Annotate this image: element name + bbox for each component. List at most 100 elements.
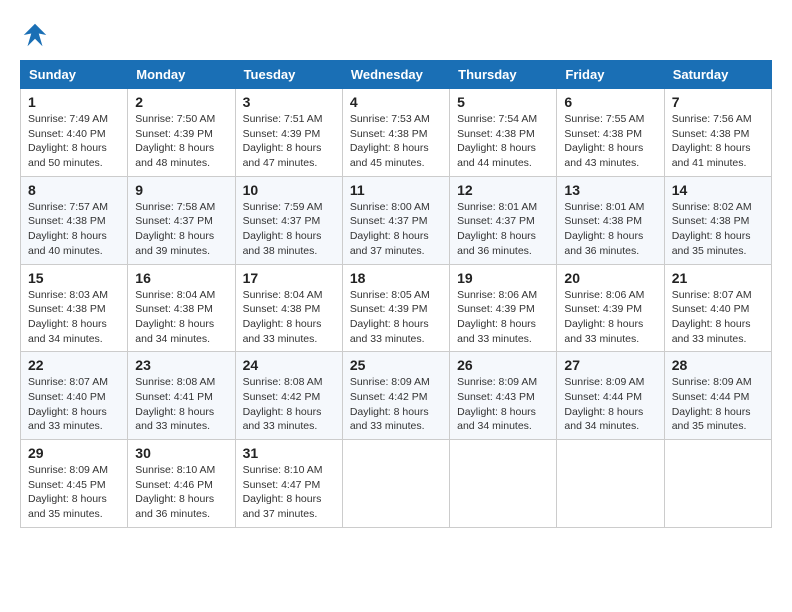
calendar-cell [450, 440, 557, 528]
day-number: 4 [350, 94, 442, 110]
day-info: Sunrise: 7:59 AM Sunset: 4:37 PM Dayligh… [243, 200, 335, 259]
day-number: 21 [672, 270, 764, 286]
calendar-cell: 6 Sunrise: 7:55 AM Sunset: 4:38 PM Dayli… [557, 89, 664, 177]
day-number: 15 [28, 270, 120, 286]
calendar-cell: 18 Sunrise: 8:05 AM Sunset: 4:39 PM Dayl… [342, 264, 449, 352]
weekday-header-sunday: Sunday [21, 61, 128, 89]
calendar-cell: 22 Sunrise: 8:07 AM Sunset: 4:40 PM Dayl… [21, 352, 128, 440]
calendar-cell [557, 440, 664, 528]
day-number: 5 [457, 94, 549, 110]
calendar-cell: 5 Sunrise: 7:54 AM Sunset: 4:38 PM Dayli… [450, 89, 557, 177]
day-info: Sunrise: 8:09 AM Sunset: 4:45 PM Dayligh… [28, 463, 120, 522]
calendar-cell: 2 Sunrise: 7:50 AM Sunset: 4:39 PM Dayli… [128, 89, 235, 177]
calendar-table: SundayMondayTuesdayWednesdayThursdayFrid… [20, 60, 772, 528]
day-info: Sunrise: 8:10 AM Sunset: 4:46 PM Dayligh… [135, 463, 227, 522]
day-info: Sunrise: 8:03 AM Sunset: 4:38 PM Dayligh… [28, 288, 120, 347]
weekday-header-tuesday: Tuesday [235, 61, 342, 89]
calendar-cell: 3 Sunrise: 7:51 AM Sunset: 4:39 PM Dayli… [235, 89, 342, 177]
day-info: Sunrise: 8:01 AM Sunset: 4:38 PM Dayligh… [564, 200, 656, 259]
calendar-cell: 13 Sunrise: 8:01 AM Sunset: 4:38 PM Dayl… [557, 176, 664, 264]
calendar-cell: 27 Sunrise: 8:09 AM Sunset: 4:44 PM Dayl… [557, 352, 664, 440]
day-info: Sunrise: 8:06 AM Sunset: 4:39 PM Dayligh… [457, 288, 549, 347]
weekday-header-wednesday: Wednesday [342, 61, 449, 89]
day-info: Sunrise: 7:54 AM Sunset: 4:38 PM Dayligh… [457, 112, 549, 171]
day-number: 25 [350, 357, 442, 373]
calendar-cell [664, 440, 771, 528]
day-number: 13 [564, 182, 656, 198]
day-number: 17 [243, 270, 335, 286]
calendar-cell: 28 Sunrise: 8:09 AM Sunset: 4:44 PM Dayl… [664, 352, 771, 440]
weekday-header-friday: Friday [557, 61, 664, 89]
day-info: Sunrise: 8:09 AM Sunset: 4:44 PM Dayligh… [672, 375, 764, 434]
day-number: 23 [135, 357, 227, 373]
day-number: 9 [135, 182, 227, 198]
calendar-week-1: 1 Sunrise: 7:49 AM Sunset: 4:40 PM Dayli… [21, 89, 772, 177]
day-info: Sunrise: 7:56 AM Sunset: 4:38 PM Dayligh… [672, 112, 764, 171]
day-number: 16 [135, 270, 227, 286]
calendar-cell: 19 Sunrise: 8:06 AM Sunset: 4:39 PM Dayl… [450, 264, 557, 352]
day-info: Sunrise: 8:09 AM Sunset: 4:44 PM Dayligh… [564, 375, 656, 434]
day-number: 31 [243, 445, 335, 461]
day-number: 6 [564, 94, 656, 110]
day-info: Sunrise: 7:51 AM Sunset: 4:39 PM Dayligh… [243, 112, 335, 171]
day-number: 26 [457, 357, 549, 373]
calendar-cell [342, 440, 449, 528]
calendar-cell: 17 Sunrise: 8:04 AM Sunset: 4:38 PM Dayl… [235, 264, 342, 352]
day-number: 27 [564, 357, 656, 373]
calendar-cell: 4 Sunrise: 7:53 AM Sunset: 4:38 PM Dayli… [342, 89, 449, 177]
day-info: Sunrise: 8:07 AM Sunset: 4:40 PM Dayligh… [672, 288, 764, 347]
calendar-cell: 9 Sunrise: 7:58 AM Sunset: 4:37 PM Dayli… [128, 176, 235, 264]
day-info: Sunrise: 8:01 AM Sunset: 4:37 PM Dayligh… [457, 200, 549, 259]
day-info: Sunrise: 8:04 AM Sunset: 4:38 PM Dayligh… [135, 288, 227, 347]
day-info: Sunrise: 7:58 AM Sunset: 4:37 PM Dayligh… [135, 200, 227, 259]
day-number: 22 [28, 357, 120, 373]
day-number: 11 [350, 182, 442, 198]
calendar-week-5: 29 Sunrise: 8:09 AM Sunset: 4:45 PM Dayl… [21, 440, 772, 528]
calendar-cell: 8 Sunrise: 7:57 AM Sunset: 4:38 PM Dayli… [21, 176, 128, 264]
day-info: Sunrise: 7:55 AM Sunset: 4:38 PM Dayligh… [564, 112, 656, 171]
day-number: 7 [672, 94, 764, 110]
weekday-header-thursday: Thursday [450, 61, 557, 89]
calendar-cell: 31 Sunrise: 8:10 AM Sunset: 4:47 PM Dayl… [235, 440, 342, 528]
calendar-cell: 1 Sunrise: 7:49 AM Sunset: 4:40 PM Dayli… [21, 89, 128, 177]
day-info: Sunrise: 8:02 AM Sunset: 4:38 PM Dayligh… [672, 200, 764, 259]
day-info: Sunrise: 7:57 AM Sunset: 4:38 PM Dayligh… [28, 200, 120, 259]
day-number: 1 [28, 94, 120, 110]
calendar-cell: 11 Sunrise: 8:00 AM Sunset: 4:37 PM Dayl… [342, 176, 449, 264]
day-info: Sunrise: 7:49 AM Sunset: 4:40 PM Dayligh… [28, 112, 120, 171]
calendar-cell: 12 Sunrise: 8:01 AM Sunset: 4:37 PM Dayl… [450, 176, 557, 264]
calendar-cell: 24 Sunrise: 8:08 AM Sunset: 4:42 PM Dayl… [235, 352, 342, 440]
day-info: Sunrise: 8:04 AM Sunset: 4:38 PM Dayligh… [243, 288, 335, 347]
day-number: 10 [243, 182, 335, 198]
calendar-cell: 30 Sunrise: 8:10 AM Sunset: 4:46 PM Dayl… [128, 440, 235, 528]
day-number: 14 [672, 182, 764, 198]
day-info: Sunrise: 7:53 AM Sunset: 4:38 PM Dayligh… [350, 112, 442, 171]
day-info: Sunrise: 8:08 AM Sunset: 4:42 PM Dayligh… [243, 375, 335, 434]
page-header [20, 20, 772, 50]
day-number: 20 [564, 270, 656, 286]
calendar-cell: 16 Sunrise: 8:04 AM Sunset: 4:38 PM Dayl… [128, 264, 235, 352]
day-info: Sunrise: 8:09 AM Sunset: 4:43 PM Dayligh… [457, 375, 549, 434]
day-number: 8 [28, 182, 120, 198]
day-number: 19 [457, 270, 549, 286]
day-number: 2 [135, 94, 227, 110]
day-info: Sunrise: 8:08 AM Sunset: 4:41 PM Dayligh… [135, 375, 227, 434]
weekday-header-monday: Monday [128, 61, 235, 89]
calendar-cell: 26 Sunrise: 8:09 AM Sunset: 4:43 PM Dayl… [450, 352, 557, 440]
day-number: 12 [457, 182, 549, 198]
day-info: Sunrise: 7:50 AM Sunset: 4:39 PM Dayligh… [135, 112, 227, 171]
calendar-cell: 20 Sunrise: 8:06 AM Sunset: 4:39 PM Dayl… [557, 264, 664, 352]
day-number: 30 [135, 445, 227, 461]
calendar-cell: 25 Sunrise: 8:09 AM Sunset: 4:42 PM Dayl… [342, 352, 449, 440]
day-number: 29 [28, 445, 120, 461]
day-info: Sunrise: 8:09 AM Sunset: 4:42 PM Dayligh… [350, 375, 442, 434]
day-number: 24 [243, 357, 335, 373]
calendar-week-2: 8 Sunrise: 7:57 AM Sunset: 4:38 PM Dayli… [21, 176, 772, 264]
day-info: Sunrise: 8:06 AM Sunset: 4:39 PM Dayligh… [564, 288, 656, 347]
calendar-cell: 14 Sunrise: 8:02 AM Sunset: 4:38 PM Dayl… [664, 176, 771, 264]
day-info: Sunrise: 8:05 AM Sunset: 4:39 PM Dayligh… [350, 288, 442, 347]
day-info: Sunrise: 8:10 AM Sunset: 4:47 PM Dayligh… [243, 463, 335, 522]
calendar-cell: 29 Sunrise: 8:09 AM Sunset: 4:45 PM Dayl… [21, 440, 128, 528]
calendar-cell: 15 Sunrise: 8:03 AM Sunset: 4:38 PM Dayl… [21, 264, 128, 352]
calendar-cell: 21 Sunrise: 8:07 AM Sunset: 4:40 PM Dayl… [664, 264, 771, 352]
